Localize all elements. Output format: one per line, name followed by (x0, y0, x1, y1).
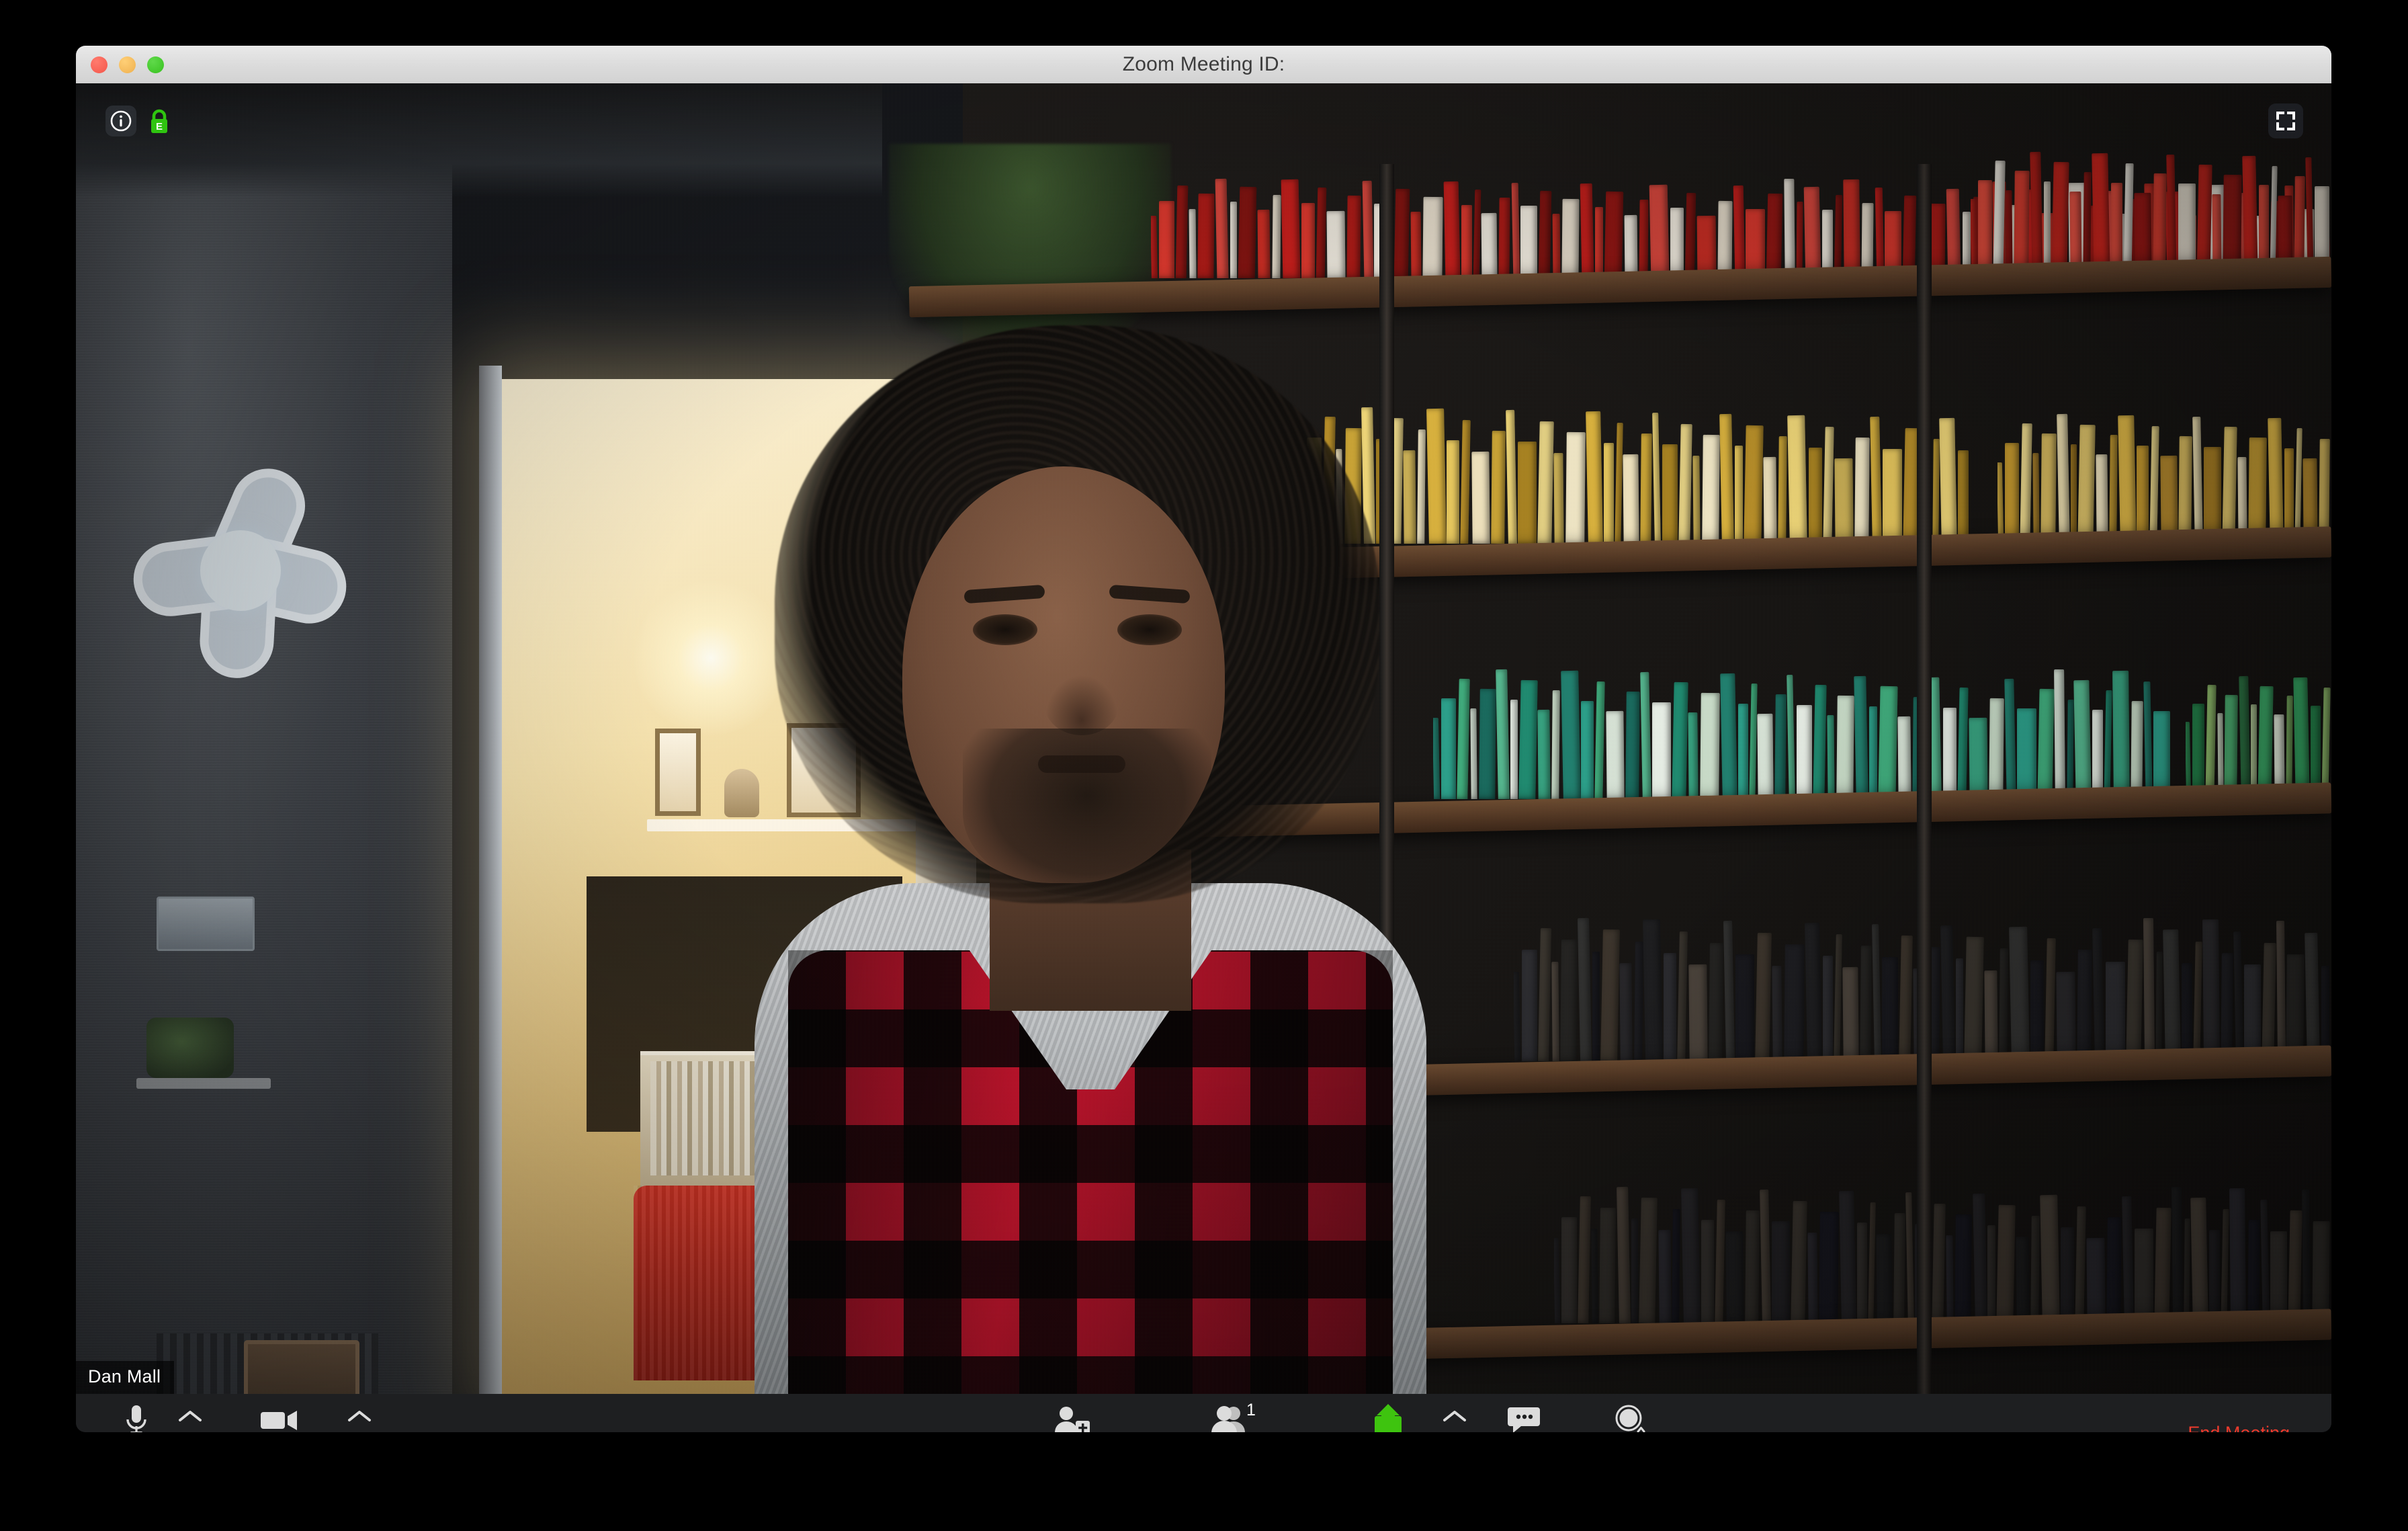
window-controls (91, 46, 164, 83)
manage-participants-button[interactable]: 1 Manage Participants (1131, 1394, 1332, 1432)
camera-icon (259, 1402, 300, 1432)
record-button[interactable]: Record (1581, 1394, 1682, 1432)
end-meeting-button[interactable]: End Meeting (2188, 1423, 2290, 1432)
lock-encrypted-icon: E (151, 109, 167, 133)
scene-book-row (2186, 675, 2331, 799)
encryption-status[interactable]: E (145, 107, 173, 136)
video-stage[interactable]: E Dan Mall (76, 83, 2331, 1394)
chevron-up-icon (1443, 1411, 1466, 1421)
chevron-up-icon (348, 1411, 371, 1421)
toolbar-left-group: Mute Stop Video (99, 1394, 376, 1432)
encryption-letter: E (156, 121, 163, 132)
chat-button[interactable]: Chat (1481, 1394, 1569, 1432)
scene-book-row (1997, 413, 2331, 544)
scene-person (587, 325, 1581, 1394)
invite-button[interactable]: Invite (1029, 1394, 1116, 1432)
window-title: Zoom Meeting ID: (1122, 53, 1285, 75)
fullscreen-toggle-button[interactable] (2268, 104, 2303, 138)
scene-nose (1045, 675, 1119, 735)
titlebar: Zoom Meeting ID: (76, 46, 2331, 84)
microphone-icon (122, 1402, 151, 1432)
audio-options-caret[interactable] (174, 1394, 206, 1432)
meeting-info-button[interactable] (105, 106, 136, 136)
scene-left-wall (76, 83, 452, 1394)
zoom-meeting-window: Zoom Meeting ID: E Dan Mall 1 (76, 46, 2331, 1432)
scene-left-plant (146, 1018, 234, 1078)
record-circle-icon (1612, 1402, 1650, 1432)
info-icon (110, 110, 132, 132)
minimize-window-button[interactable] (119, 56, 136, 73)
close-window-button[interactable] (91, 56, 108, 73)
scene-eye (1117, 614, 1182, 645)
person-add-icon (1054, 1402, 1091, 1432)
scene-beard (963, 729, 1211, 897)
scene-left-shelf (136, 1078, 271, 1089)
scene-door-frame (479, 366, 502, 1394)
scene-shelf-post (1917, 164, 1932, 1394)
stop-video-button[interactable]: Stop Video (216, 1394, 343, 1432)
fullscreen-icon (2276, 112, 2295, 130)
toolbar-center-group: Invite 1 Manage Participants (1029, 1394, 1682, 1432)
participant-name-label: Dan Mall (76, 1361, 175, 1394)
scene-left-crate (244, 1340, 359, 1394)
mute-button[interactable]: Mute (99, 1394, 174, 1432)
share-options-caret[interactable] (1438, 1394, 1471, 1432)
share-screen-icon (1369, 1402, 1407, 1432)
scene-eye (973, 614, 1037, 645)
scene-ceiling (76, 83, 882, 198)
scene-wall-plate (157, 897, 255, 951)
participant-video-feed (76, 83, 2331, 1394)
chat-bubble-icon (1508, 1402, 1543, 1432)
maximize-window-button[interactable] (147, 56, 164, 73)
scene-book-row (1554, 1186, 2331, 1323)
share-screen-button[interactable]: Share (1348, 1394, 1428, 1432)
chevron-up-icon (179, 1411, 202, 1421)
participant-count-badge: 1 (1246, 1401, 1256, 1419)
meeting-toolbar: Mute Stop Video (76, 1394, 2331, 1432)
video-options-caret[interactable] (343, 1394, 376, 1432)
